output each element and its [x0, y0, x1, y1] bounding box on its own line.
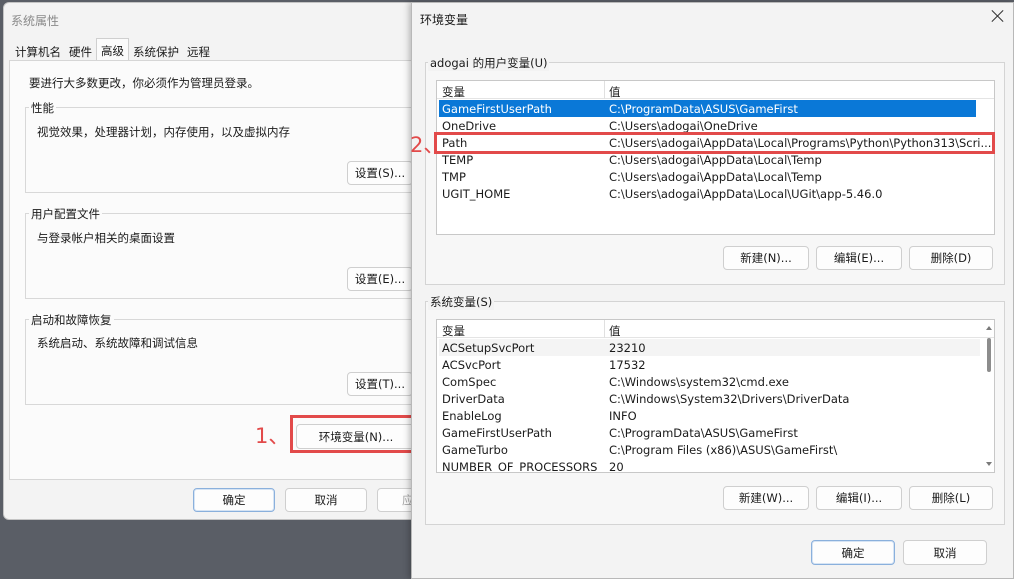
system-properties-window: 系统属性 计算机名 硬件 高级 系统保护 远程 要进行大多数更改，你必须作为管理… — [3, 2, 433, 520]
variable-name: ACSvcPort — [442, 358, 501, 372]
column-header-variable[interactable]: 变量 — [442, 84, 465, 100]
startup-recovery-desc: 系统启动、系统故障和调试信息 — [37, 336, 198, 350]
cancel-button[interactable]: 取消 — [903, 540, 987, 565]
variable-value: C:\Program Files (x86)\ASUS\GameFirst\ — [609, 443, 838, 457]
tab-computer-name[interactable]: 计算机名 — [11, 41, 65, 61]
cancel-button[interactable]: 取消 — [285, 488, 367, 512]
user-profiles-desc: 与登录帐户相关的桌面设置 — [37, 231, 175, 245]
column-header-variable[interactable]: 变量 — [442, 323, 465, 339]
system-variables-list[interactable]: 变量 值 ACSetupSvcPort 23210 ACSvcPort 1753… — [436, 319, 995, 473]
list-item[interactable]: ComSpec C:\Windows\system32\cmd.exe — [439, 373, 980, 390]
list-item[interactable]: GameFirstUserPath C:\ProgramData\ASUS\Ga… — [439, 424, 980, 441]
column-header-value[interactable]: 值 — [609, 323, 621, 339]
step-2-label: 2、 — [410, 133, 445, 157]
ok-button[interactable]: 确定 — [193, 488, 275, 512]
scroll-up-arrow-icon[interactable] — [986, 326, 992, 330]
variable-name: OneDrive — [442, 119, 497, 133]
variable-value: C:\Users\adogai\OneDrive — [609, 119, 758, 133]
tab-remote[interactable]: 远程 — [183, 41, 214, 61]
variable-name: GameFirstUserPath — [442, 102, 552, 116]
list-item[interactable]: UGIT_HOME C:\Users\adogai\AppData\Local\… — [439, 185, 976, 202]
variable-value: 23210 — [609, 341, 646, 355]
ok-button[interactable]: 确定 — [811, 540, 895, 565]
step-1-label: 1、 — [255, 424, 290, 448]
list-item[interactable]: GameTurbo C:\Program Files (x86)\ASUS\Ga… — [439, 441, 980, 458]
tab-system-protection[interactable]: 系统保护 — [129, 41, 183, 61]
list-item[interactable]: TMP C:\Users\adogai\AppData\Local\Temp — [439, 168, 976, 185]
variable-name: NUMBER_OF_PROCESSORS — [442, 460, 598, 473]
list-item[interactable]: DriverData C:\Windows\System32\Drivers\D… — [439, 390, 980, 407]
variable-name: UGIT_HOME — [442, 187, 511, 201]
list-header: 变量 值 — [437, 81, 994, 99]
startup-recovery-title: 启动和故障恢复 — [29, 312, 114, 328]
variable-value: C:\Users\adogai\AppData\Local\UGit\app-5… — [609, 187, 883, 201]
variable-value: C:\Users\adogai\AppData\Local\Temp — [609, 170, 822, 184]
scrollbar-thumb[interactable] — [987, 338, 991, 372]
user-variables-title: adogai 的用户变量(U) — [428, 55, 550, 71]
user-variables-list[interactable]: 变量 值 GameFirstUserPath C:\ProgramData\AS… — [436, 80, 995, 235]
performance-title: 性能 — [29, 100, 56, 116]
column-header-value[interactable]: 值 — [609, 84, 621, 100]
user-new-button[interactable]: 新建(N)... — [723, 246, 809, 270]
close-icon[interactable] — [991, 9, 1005, 23]
startup-recovery-settings-button[interactable]: 设置(T)... — [347, 372, 413, 396]
variable-name: ComSpec — [442, 375, 497, 389]
variable-name: GameTurbo — [442, 443, 508, 457]
variable-value: C:\Windows\System32\Drivers\DriverData — [609, 392, 850, 406]
user-edit-button[interactable]: 编辑(E)... — [816, 246, 902, 270]
list-item[interactable]: EnableLog INFO — [439, 407, 980, 424]
variable-name: ACSetupSvcPort — [442, 341, 535, 355]
user-delete-button[interactable]: 删除(D) — [909, 246, 993, 270]
tab-strip: 计算机名 硬件 高级 系统保护 远程 — [11, 38, 214, 61]
user-profiles-settings-button[interactable]: 设置(E)... — [347, 267, 413, 291]
system-new-button[interactable]: 新建(W)... — [723, 486, 809, 510]
variable-value: C:\Windows\system32\cmd.exe — [609, 375, 789, 389]
variable-value: C:\ProgramData\ASUS\GameFirst — [609, 426, 798, 440]
variable-name: TMP — [442, 170, 466, 184]
performance-desc: 视觉效果，处理器计划，内存使用，以及虚拟内存 — [37, 125, 290, 139]
highlight-box-path-row — [434, 132, 995, 154]
variable-name: GameFirstUserPath — [442, 426, 552, 440]
system-edit-button[interactable]: 编辑(I)... — [816, 486, 902, 510]
user-profiles-title: 用户配置文件 — [29, 206, 102, 222]
system-delete-button[interactable]: 删除(L) — [909, 486, 993, 510]
variable-value: C:\Users\adogai\AppData\Local\Temp — [609, 153, 822, 167]
tab-hardware[interactable]: 硬件 — [65, 41, 96, 61]
list-item[interactable]: NUMBER_OF_PROCESSORS 20 — [439, 458, 980, 473]
window-title: 环境变量 — [420, 13, 469, 27]
list-item[interactable]: ACSvcPort 17532 — [439, 356, 980, 373]
variable-value: C:\ProgramData\ASUS\GameFirst — [609, 102, 798, 116]
admin-note: 要进行大多数更改，你必须作为管理员登录。 — [29, 76, 259, 90]
list-header: 变量 值 — [437, 320, 994, 338]
performance-settings-button[interactable]: 设置(S)... — [347, 161, 413, 185]
window-title: 系统属性 — [11, 14, 60, 28]
column-separator — [604, 81, 605, 99]
variable-value: 20 — [609, 460, 624, 473]
variable-value: INFO — [609, 409, 637, 423]
list-item[interactable]: GameFirstUserPath C:\ProgramData\ASUS\Ga… — [439, 100, 976, 117]
tab-advanced[interactable]: 高级 — [96, 38, 129, 60]
variable-name: TEMP — [442, 153, 474, 167]
variable-name: DriverData — [442, 392, 505, 406]
scroll-down-arrow-icon[interactable] — [986, 462, 992, 466]
column-separator — [604, 320, 605, 338]
variable-value: 17532 — [609, 358, 646, 372]
list-item[interactable]: ACSetupSvcPort 23210 — [439, 339, 980, 356]
variable-name: EnableLog — [442, 409, 502, 423]
environment-variables-window: 环境变量 adogai 的用户变量(U) 变量 值 GameFirstUserP… — [410, 2, 1014, 579]
highlight-box-env-button — [290, 415, 419, 453]
system-variables-title: 系统变量(S) — [428, 294, 495, 310]
